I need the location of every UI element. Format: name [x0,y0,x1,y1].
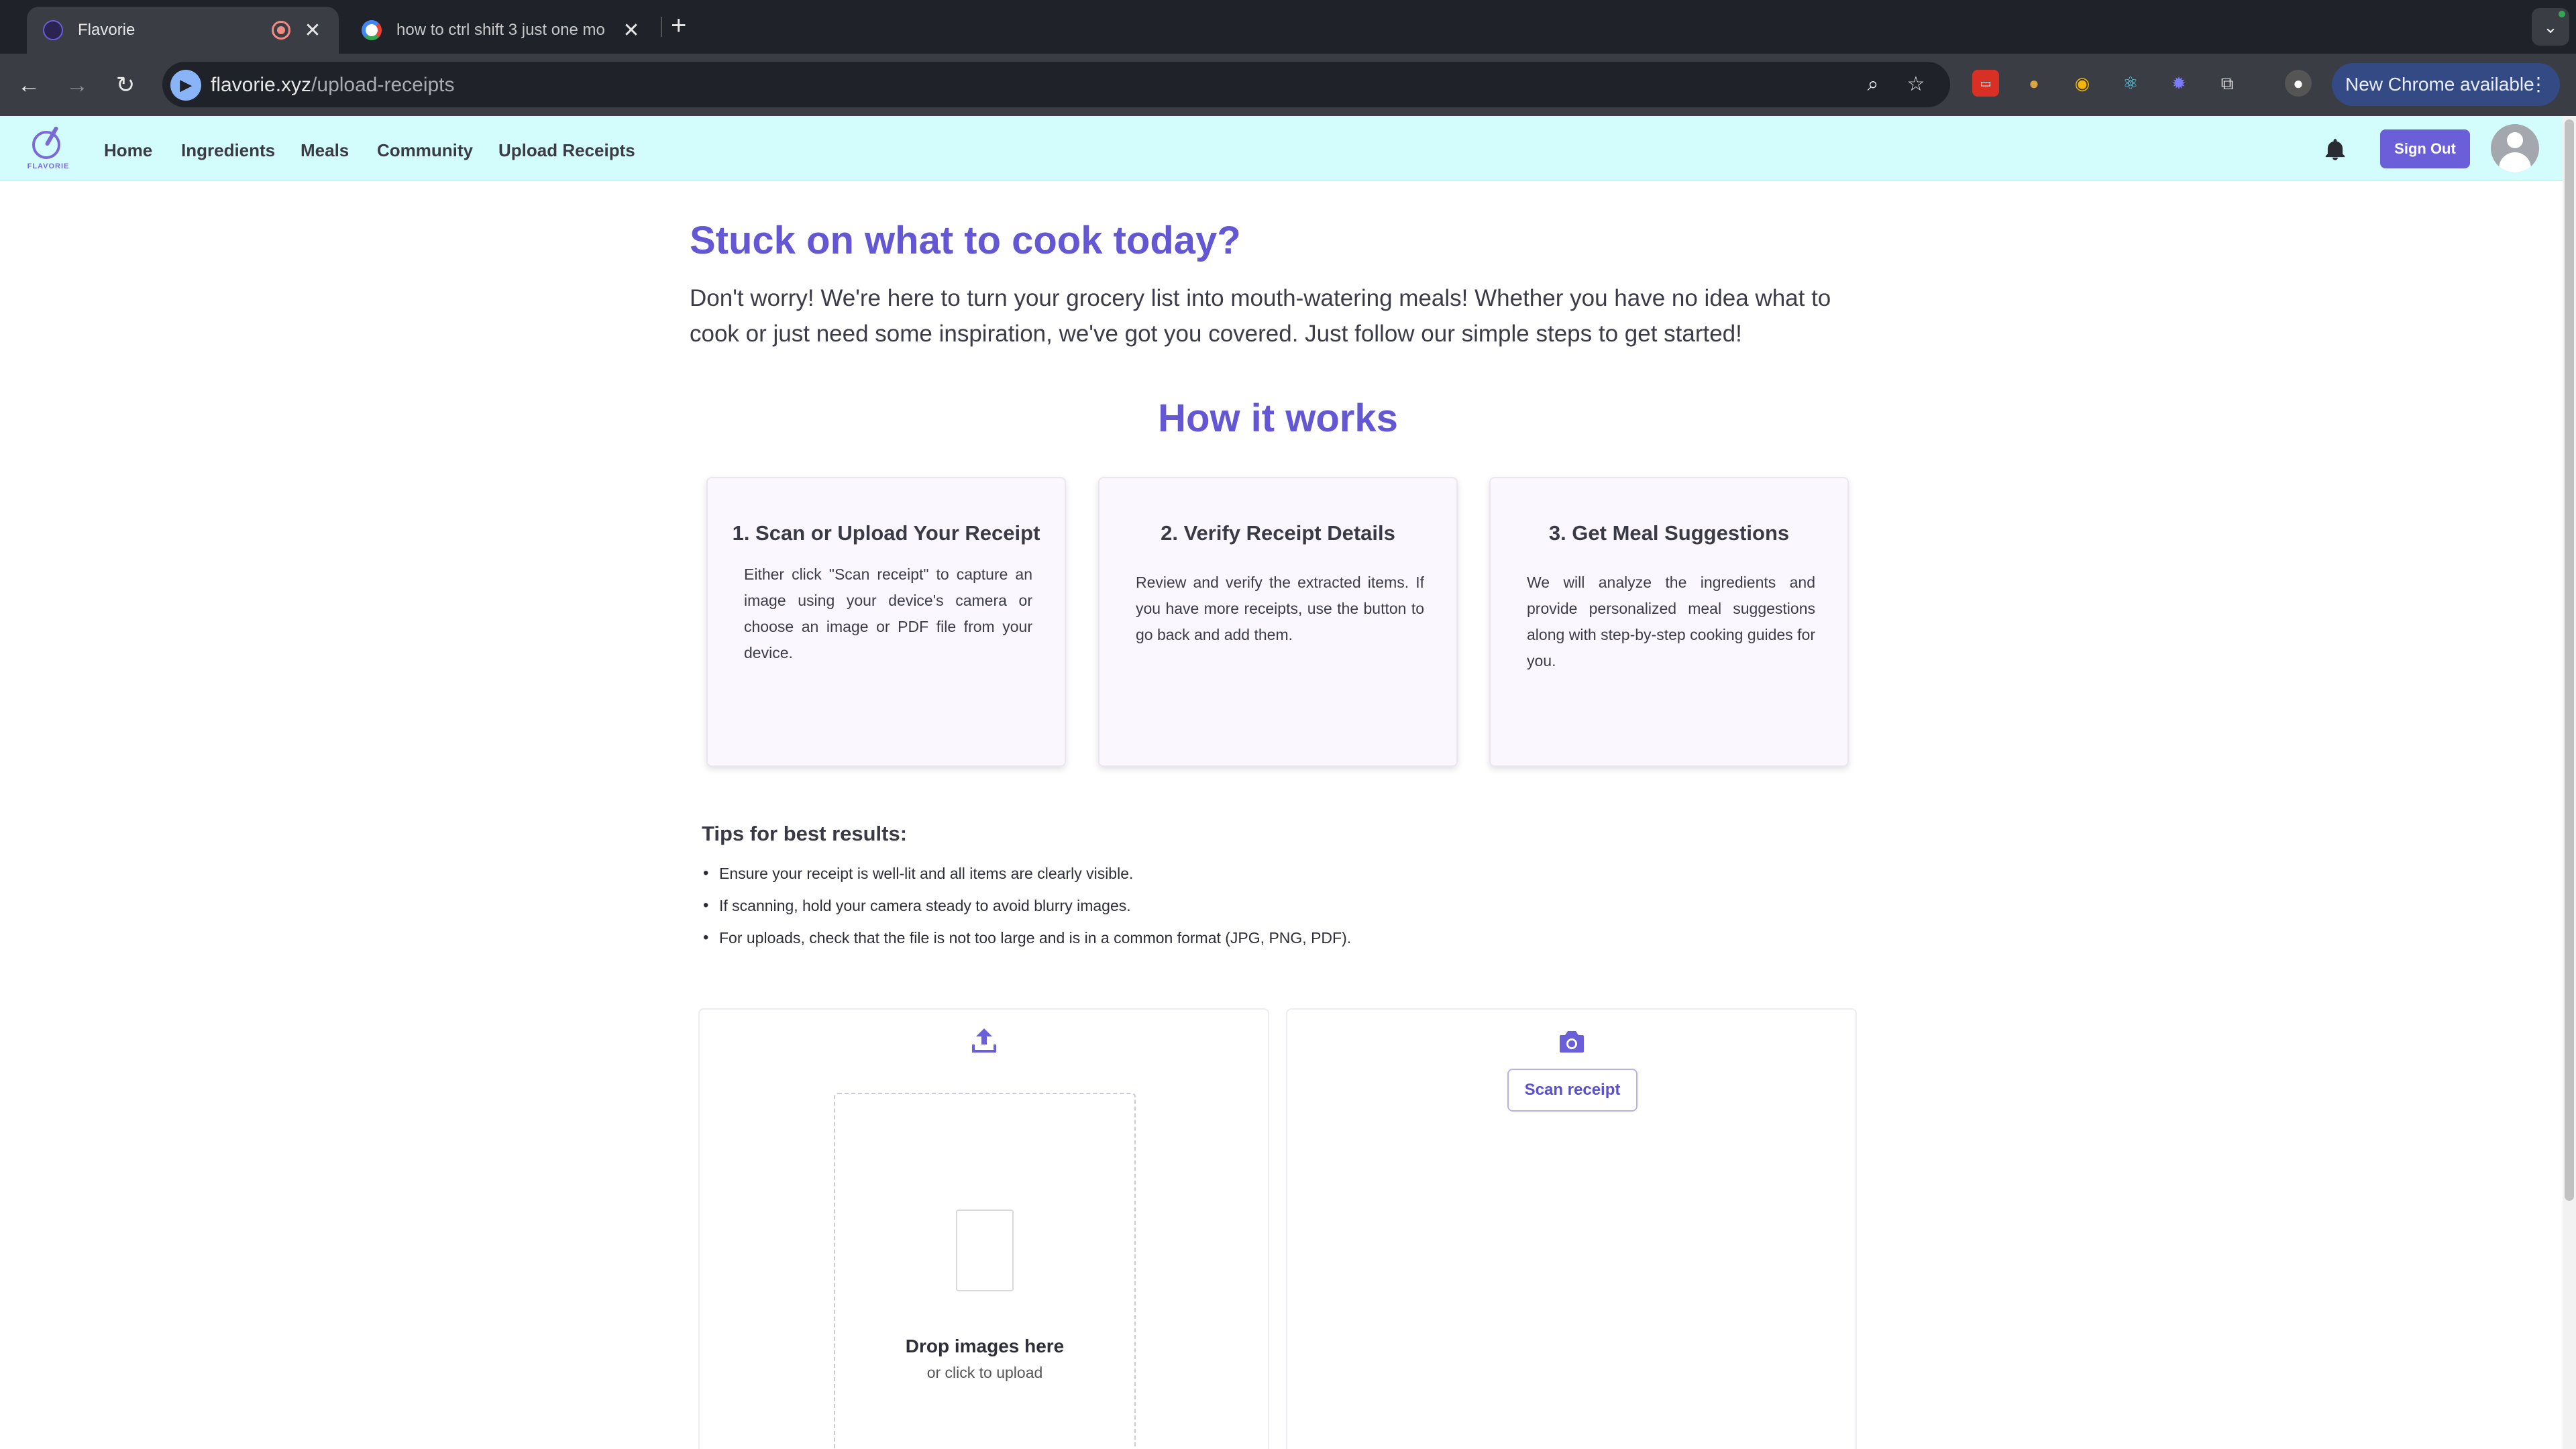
react-extension-icon[interactable]: ⚛ [2117,70,2144,97]
tip-item: For uploads, check that the file is not … [702,926,1351,959]
hero-title: Stuck on what to cook today? [690,219,1241,262]
hero-text: Don't worry! We're here to turn your gro… [690,285,1831,347]
cookie-extension-icon[interactable]: ● [2021,70,2047,97]
file-dropzone[interactable]: Drop images here or click to upload [834,1093,1136,1449]
address-bar[interactable]: ▶ flavorie.xyz/upload-receipts ⌕ ☆ [162,62,1950,107]
google-favicon-icon [362,20,382,40]
nav-meals[interactable]: Meals [301,140,349,161]
user-avatar[interactable] [2491,124,2539,172]
document-icon [956,1210,1014,1291]
nav-community[interactable]: Community [377,140,473,161]
back-arrow-icon[interactable]: ← [12,68,46,102]
close-icon[interactable]: ✕ [303,19,323,42]
tips-list: Ensure your receipt is well-lit and all … [702,862,1351,959]
drop-subtitle: or click to upload [926,1364,1043,1381]
how-it-works-title: How it works [1158,396,1398,440]
step-text: Review and verify the extracted items. I… [1136,574,1424,643]
step-card-verify: 2. Verify Receipt Details Review and ver… [1098,477,1458,767]
scan-panel: Scan receipt [1286,1008,1857,1449]
camera-icon [1560,1031,1584,1053]
step-title: 3. Get Meal Suggestions [1548,521,1790,545]
flavorie-favicon-icon [43,20,63,40]
reload-icon[interactable]: ↻ [109,68,142,102]
tip-item: Ensure your receipt is well-lit and all … [702,862,1351,894]
profile-avatar-icon[interactable]: ● [2285,70,2312,97]
recording-icon [272,21,290,40]
url-path: /upload-receipts [311,74,455,96]
flavorie-logo[interactable]: FLAVORIE [27,125,70,172]
puzzle-extensions-icon[interactable]: ⧉ [2214,70,2241,97]
scan-receipt-button[interactable]: Scan receipt [1507,1069,1638,1112]
zoom-icon[interactable]: ⌕ [1860,71,1886,98]
upload-icon [972,1028,996,1053]
drop-title: Drop images here [905,1336,1065,1356]
sign-out-button[interactable]: Sign Out [2380,129,2470,168]
tab-separator [661,17,662,37]
forward-arrow-icon[interactable]: → [60,68,94,102]
logo-text: FLAVORIE [27,162,70,170]
step-text: We will analyze the ingredients and prov… [1527,574,1815,669]
scrollbar-thumb[interactable] [2565,119,2574,1201]
browser-tabstrip: Flavorie ✕ how to ctrl shift 3 just one … [0,0,2576,54]
extension-red-icon[interactable]: ▭ [1972,70,1999,97]
avatar-body-shape [2499,152,2531,172]
step-title: 2. Verify Receipt Details [1161,521,1395,545]
nav-home[interactable]: Home [104,140,152,161]
bell-icon[interactable] [2322,136,2348,163]
site-header: FLAVORIE Home Ingredients Meals Communit… [0,116,2563,181]
close-icon[interactable]: ✕ [621,19,641,42]
step-card-suggestions: 3. Get Meal Suggestions We will analyze … [1489,477,1849,767]
status-dot [2559,11,2565,17]
url-text: flavorie.xyz/upload-receipts [211,74,455,97]
site-info-icon[interactable]: ▶ [170,70,201,101]
tab-title: Flavorie [78,21,136,39]
dark-extension-icon[interactable]: ◉ [2069,70,2096,97]
tip-item: If scanning, hold your camera steady to … [702,894,1351,926]
tab-search-chevron-icon[interactable]: ⌄ [2532,8,2569,46]
new-tab-plus-icon[interactable]: + [671,12,686,39]
step-title: 1. Scan or Upload Your Receipt [732,521,1040,545]
browser-tab-google[interactable]: how to ctrl shift 3 just one mo ✕ [345,7,657,54]
new-chrome-available-button[interactable]: New Chrome available ⋮ [2332,63,2560,106]
step-text: Either click "Scan receipt" to capture a… [744,566,1032,661]
tab-title: how to ctrl shift 3 just one mo [396,21,605,39]
bookmark-star-icon[interactable]: ☆ [1902,71,1929,98]
kebab-menu-icon[interactable]: ⋮ [2529,63,2548,106]
browser-tab-flavorie[interactable]: Flavorie ✕ [27,7,339,54]
avatar-head-shape [2507,132,2523,148]
upload-panel: Drop images here or click to upload [698,1008,1269,1449]
step-card-scan: 1. Scan or Upload Your Receipt Either cl… [706,477,1066,767]
nav-ingredients[interactable]: Ingredients [181,140,275,161]
tips-title: Tips for best results: [702,822,908,845]
url-host: flavorie.xyz [211,74,312,96]
update-label: New Chrome available [2345,74,2534,95]
nav-upload-receipts[interactable]: Upload Receipts [498,140,635,161]
gear-extension-icon[interactable]: ✹ [2165,70,2192,97]
